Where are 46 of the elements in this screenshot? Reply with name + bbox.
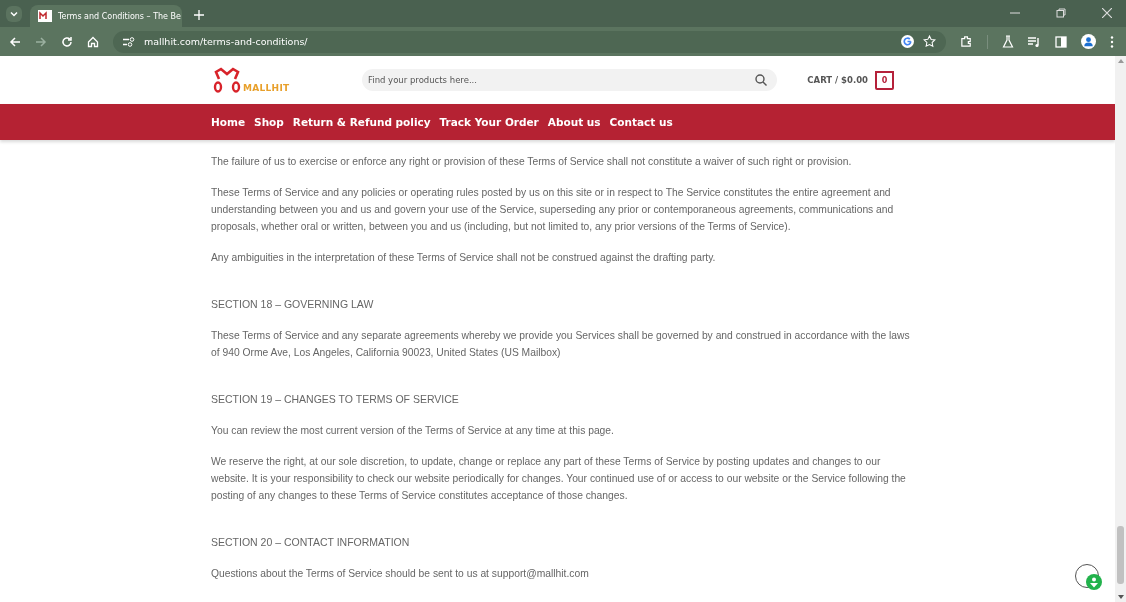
nav-link[interactable]: About us [547, 116, 601, 128]
person-check-icon [1086, 574, 1102, 590]
back-icon[interactable] [9, 35, 21, 48]
paragraph: Questions about the Terms of Service should be sent to us at support@mallhit.com [211, 567, 590, 581]
nav-link[interactable]: Home [211, 116, 246, 128]
paragraph: These Terms of Service and any policies or operating rules posted by us on this site or in respect to The Service constitutes the entire agreement and understanding between you and us and govern your use of the Service, superseding any prior or contemporaneous agreements, communications and proposals, whether oral or written, between you and us (including, but not limited to, any prior versions of the Terms of Service). [211, 186, 895, 234]
section-heading: SECTION 19 – CHANGES TO TERMS OF SERVICE [211, 392, 460, 407]
paragraph: You can review the most current version of the Terms of Service at any time at this page. [211, 424, 615, 438]
section-heading: SECTION 20 – CONTACT INFORMATION [211, 535, 411, 550]
logo-icon [212, 67, 242, 93]
nav-link[interactable]: Shop [254, 116, 284, 128]
nav-link[interactable]: Contact us [609, 116, 673, 128]
section-heading: SECTION 18 – GOVERNING LAW [211, 297, 375, 312]
tab-title: Terms and Conditions – The Be [58, 11, 181, 21]
site-settings-icon[interactable] [123, 36, 135, 47]
google-icon[interactable] [901, 35, 914, 48]
restore-icon[interactable] [1056, 8, 1066, 18]
tab-list-icon[interactable] [6, 6, 22, 22]
search-icon[interactable] [755, 74, 767, 86]
address-bar[interactable]: mallhit.com/terms-and-conditions/ [113, 30, 946, 53]
browser-tab[interactable]: Terms and Conditions – The Be [30, 5, 182, 27]
paragraph: We reserve the right, at our sole discretion, to update, change or replace any part of these Terms of Service by posting updates and changes to our website. It is your responsibility to check our website periodically for changes. Your continued use of or access to our website or the Service following the posting of any changes to these Terms of Service constitutes acceptance of those changes. [211, 455, 907, 503]
extensions-icon[interactable] [960, 35, 973, 48]
home-icon[interactable] [87, 35, 99, 48]
new-tab-icon[interactable] [194, 10, 204, 20]
bookmark-star-icon[interactable] [923, 35, 936, 48]
paragraph: These Terms of Service and any separate agreements whereby we provide you Services shall be governed by and construed in accordance with the laws of 940 Orme Ave, Los Angeles, California 90023, United States (US Mailbox) [211, 329, 910, 360]
paragraph: Any ambiguities in the interpretation of these Terms of Service shall not be construed against the drafting party. [211, 251, 717, 265]
playlist-icon[interactable] [1028, 35, 1041, 48]
floating-badge[interactable] [1075, 564, 1099, 588]
cart-link[interactable]: CART / $0.00 [807, 75, 868, 85]
flask-icon[interactable] [1002, 35, 1014, 48]
nav-link[interactable]: Return & Refund policy [292, 116, 431, 128]
scroll-down-icon[interactable] [1117, 595, 1124, 599]
reload-icon[interactable] [61, 35, 73, 48]
cart-count-badge[interactable]: 0 [875, 70, 894, 90]
url-text: mallhit.com/terms-and-conditions/ [144, 36, 308, 47]
search-field[interactable]: Find your products here... [362, 69, 777, 91]
nav-link[interactable]: Track Your Order [439, 116, 539, 128]
favicon-icon [38, 10, 52, 22]
profile-avatar-icon[interactable] [1081, 34, 1096, 49]
paragraph: The failure of us to exercise or enforce any right or provision of these Terms of Service shall not constitute a waiver of such right or provision. [211, 155, 853, 169]
scrollbar-thumb[interactable] [1117, 526, 1124, 584]
close-icon[interactable] [1102, 8, 1112, 18]
menu-icon[interactable] [1110, 35, 1114, 48]
side-panel-icon[interactable] [1055, 35, 1067, 48]
